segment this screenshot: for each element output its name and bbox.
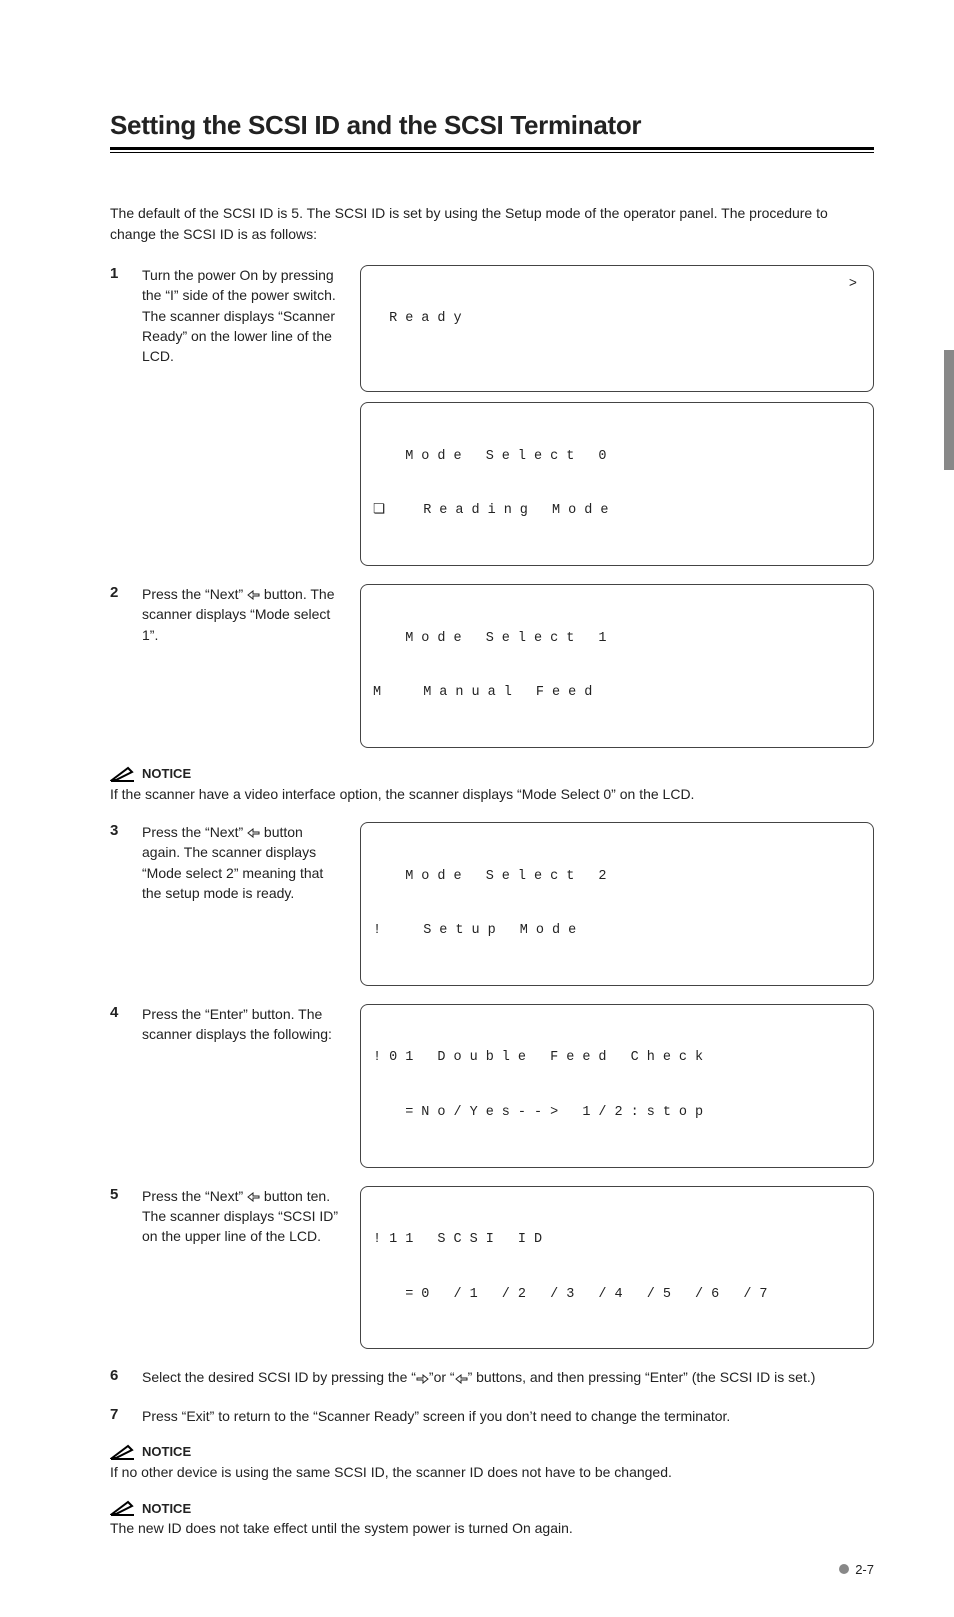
step-text: Press the “Next” button again. The scann…	[142, 822, 342, 986]
notice-body: The new ID does not take effect until th…	[110, 1518, 874, 1538]
lcd-scsi-id: !11 SCSI ID =0 /1 /2 /3 /4 /5 /6 /7	[360, 1186, 874, 1350]
step-text: Select the desired SCSI ID by pressing t…	[142, 1367, 874, 1387]
notice-heading: NOTICE	[110, 1444, 874, 1460]
step-number: 6	[110, 1367, 124, 1387]
lcd-line: Mode Select 1	[373, 630, 861, 648]
notice-block-3: NOTICE The new ID does not take effect u…	[110, 1500, 874, 1538]
section-tab	[944, 350, 954, 470]
divider-thin	[110, 152, 874, 153]
diamond-right-icon	[247, 590, 260, 600]
step-4: 4 Press the “Enter” button. The scanner …	[110, 1004, 874, 1168]
step-5: 5 Press the “Next” button ten. The scann…	[110, 1186, 874, 1350]
step-number: 4	[110, 1004, 124, 1168]
notice-label: NOTICE	[142, 766, 191, 781]
step-number: 7	[110, 1406, 124, 1426]
page-title: Setting the SCSI ID and the SCSI Termina…	[110, 110, 874, 141]
lcd-line: Ready	[373, 310, 861, 328]
lcd-line: =0 /1 /2 /3 /4 /5 /6 /7	[373, 1286, 861, 1304]
pencil-icon	[110, 1500, 136, 1516]
notice-label: NOTICE	[142, 1444, 191, 1459]
step-text: Turn the power On by pressing the “I” si…	[142, 265, 342, 566]
page-footer: 2-7	[839, 1562, 874, 1577]
intro-paragraph: The default of the SCSI ID is 5. The SCS…	[110, 203, 874, 245]
lcd-line: ! Setup Mode	[373, 922, 861, 940]
page-number: 2-7	[855, 1562, 874, 1577]
step-text: Press “Exit” to return to the “Scanner R…	[142, 1406, 874, 1426]
document-icon: ❏	[373, 502, 389, 520]
lcd-prefix-m: M	[373, 684, 389, 702]
step-1: 1 Turn the power On by pressing the “I” …	[110, 265, 874, 566]
notice-body: If no other device is using the same SCS…	[110, 1462, 874, 1482]
diamond-right-icon	[247, 1192, 260, 1202]
lcd-mode-select-1: Mode Select 1 M Manual Feed	[360, 584, 874, 748]
lcd-line: !11 SCSI ID	[373, 1231, 861, 1249]
step-text: Press the “Next” button. The scanner dis…	[142, 584, 342, 748]
step-number: 2	[110, 584, 124, 748]
lcd-double-feed: !01 Double Feed Check =No/Yes--> 1/2:sto…	[360, 1004, 874, 1168]
footer-dot-icon	[839, 1564, 849, 1574]
chevron-right-icon: >	[849, 276, 857, 294]
step-6: 6 Select the desired SCSI ID by pressing…	[110, 1367, 874, 1387]
notice-heading: NOTICE	[110, 766, 874, 782]
notice-body: If the scanner have a video interface op…	[110, 784, 874, 804]
step-number: 3	[110, 822, 124, 986]
lcd-line: Mode Select 0	[373, 448, 861, 466]
diamond-right-icon	[247, 828, 260, 838]
notice-heading: NOTICE	[110, 1500, 874, 1516]
lcd-line: ❏ Reading Mode	[373, 502, 861, 520]
step-number: 1	[110, 265, 124, 566]
step-3: 3 Press the “Next” button again. The sca…	[110, 822, 874, 986]
step-number: 5	[110, 1186, 124, 1350]
step-2: 2 Press the “Next” button. The scanner d…	[110, 584, 874, 748]
notice-block-1: NOTICE If the scanner have a video inter…	[110, 766, 874, 804]
lcd-line: !01 Double Feed Check	[373, 1049, 861, 1067]
notice-block-2: NOTICE If no other device is using the s…	[110, 1444, 874, 1482]
lcd-mode-select-2: Mode Select 2 ! Setup Mode	[360, 822, 874, 986]
divider-thick	[110, 147, 874, 150]
lcd-mode-select-0: Mode Select 0 ❏ Reading Mode	[360, 402, 874, 566]
pencil-icon	[110, 1444, 136, 1460]
lcd-ready: Ready >	[360, 265, 874, 392]
notice-label: NOTICE	[142, 1501, 191, 1516]
diamond-left-icon	[416, 1374, 429, 1384]
step-text: Press the “Enter” button. The scanner di…	[142, 1004, 342, 1168]
pencil-icon	[110, 766, 136, 782]
lcd-line: Mode Select 2	[373, 868, 861, 886]
step-text: Press the “Next” button ten. The scanner…	[142, 1186, 342, 1350]
step-7: 7 Press “Exit” to return to the “Scanner…	[110, 1406, 874, 1426]
lcd-prefix-bang: !	[373, 922, 389, 940]
diamond-right-icon	[455, 1374, 468, 1384]
lcd-line: M Manual Feed	[373, 684, 861, 702]
lcd-line: =No/Yes--> 1/2:stop	[373, 1104, 861, 1122]
